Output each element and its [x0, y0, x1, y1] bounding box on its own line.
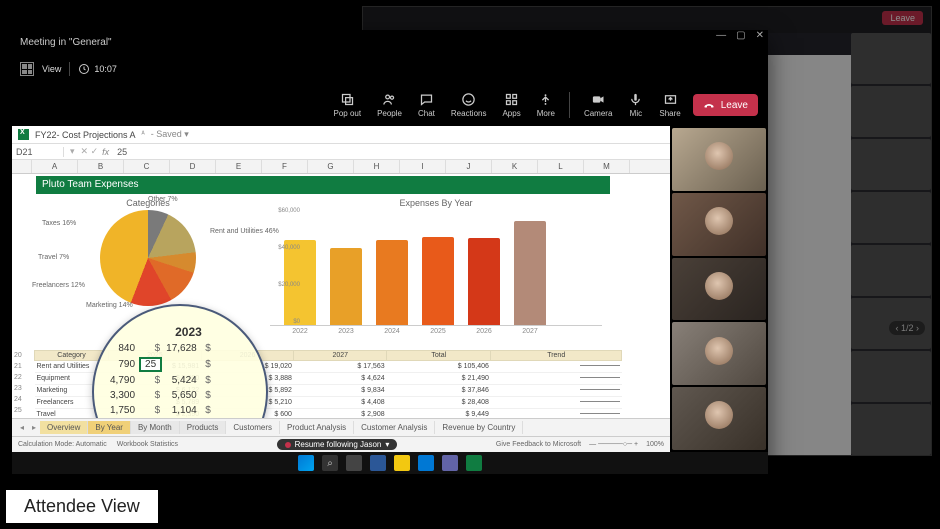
- bar: [468, 238, 500, 325]
- leave-button[interactable]: Leave: [693, 94, 758, 116]
- reactions-button[interactable]: Reactions: [445, 90, 493, 120]
- zoom-level[interactable]: 100%: [646, 441, 664, 448]
- participant-video-column: [670, 126, 768, 452]
- sheet-tabs: ◂ ▸ OverviewBy YearBy MonthProductsCusto…: [12, 418, 670, 436]
- column-header[interactable]: M: [584, 160, 630, 173]
- status-workbook-stats[interactable]: Workbook Statistics: [117, 441, 178, 448]
- participant-video[interactable]: [672, 193, 766, 256]
- taskview-icon[interactable]: [346, 455, 362, 471]
- bar: [514, 221, 546, 325]
- shared-screen-excel: FY22- Cost Projections A ᴬ - Saved ▾ D21…: [12, 126, 670, 452]
- formula-bar[interactable]: 25: [113, 147, 131, 157]
- bar: [330, 248, 362, 325]
- expenses-bar-chart: $60,000$40,000$20,000$0: [270, 208, 602, 326]
- apps-button[interactable]: Apps: [496, 90, 526, 120]
- column-header[interactable]: A: [32, 160, 78, 173]
- sheet-tab[interactable]: Overview: [40, 421, 88, 434]
- participant-video[interactable]: [672, 322, 766, 385]
- column-header[interactable]: G: [308, 160, 354, 173]
- categories-pie-chart: [100, 210, 196, 306]
- magnifier-circle: 2023840$17,628$79025$4,790$5,424$3,300$5…: [92, 304, 268, 418]
- sheet-tab[interactable]: Customer Analysis: [354, 421, 435, 434]
- column-header[interactable]: H: [354, 160, 400, 173]
- bg-pager[interactable]: ‹ 1/2 ›: [889, 321, 925, 335]
- camera-button[interactable]: Camera: [578, 90, 618, 120]
- view-label: View: [42, 64, 61, 74]
- search-icon[interactable]: ⌕: [322, 455, 338, 471]
- annotation-caption: Attendee View: [6, 490, 158, 523]
- sheet-tab[interactable]: By Year: [88, 421, 131, 434]
- meeting-toolbar: Pop out People Chat Reactions Apps More …: [12, 84, 768, 126]
- excel-filename: FY22- Cost Projections A: [35, 130, 136, 140]
- bar: [376, 240, 408, 325]
- column-header[interactable]: L: [538, 160, 584, 173]
- column-header[interactable]: C: [124, 160, 170, 173]
- excel-icon[interactable]: [466, 455, 482, 471]
- bg-leave-button[interactable]: Leave: [882, 11, 923, 25]
- resume-following-pill[interactable]: Resume following Jason ▾: [277, 439, 398, 450]
- column-header[interactable]: I: [400, 160, 446, 173]
- edge-icon[interactable]: [370, 455, 386, 471]
- column-header[interactable]: K: [492, 160, 538, 173]
- sheet-tab[interactable]: By Month: [131, 421, 180, 434]
- participant-video[interactable]: [672, 128, 766, 191]
- outlook-icon[interactable]: [418, 455, 434, 471]
- sheet-tab[interactable]: Revenue by Country: [435, 421, 523, 434]
- explorer-icon[interactable]: [394, 455, 410, 471]
- bar-title: Expenses By Year: [270, 198, 602, 208]
- participant-video[interactable]: [672, 258, 766, 321]
- column-header[interactable]: J: [446, 160, 492, 173]
- excel-logo-icon: [18, 129, 29, 140]
- chat-button[interactable]: Chat: [412, 90, 441, 120]
- excel-namebox[interactable]: D21: [12, 147, 64, 157]
- column-header[interactable]: B: [78, 160, 124, 173]
- meeting-titlebar: Meeting in "General" — ▢ ✕: [12, 30, 768, 54]
- feedback-link[interactable]: Give Feedback to Microsoft: [496, 441, 581, 448]
- meeting-window: Meeting in "General" — ▢ ✕ View 10:07 Po…: [12, 30, 768, 474]
- minimize-button[interactable]: —: [716, 30, 726, 41]
- column-header[interactable]: D: [170, 160, 216, 173]
- sheet-tab[interactable]: Product Analysis: [280, 421, 354, 434]
- more-button[interactable]: More: [531, 90, 561, 120]
- people-button[interactable]: People: [371, 90, 408, 120]
- share-button[interactable]: Share: [653, 90, 686, 120]
- close-button[interactable]: ✕: [756, 30, 764, 41]
- sheet-nav-prev[interactable]: ◂: [16, 423, 28, 432]
- popout-button[interactable]: Pop out: [327, 90, 367, 120]
- windows-taskbar: ⌕: [12, 452, 768, 474]
- meeting-title-text: Meeting in "General": [20, 37, 112, 48]
- sheet-tab[interactable]: Customers: [226, 421, 280, 434]
- participant-video[interactable]: [672, 387, 766, 450]
- bar: [422, 237, 454, 326]
- column-header[interactable]: E: [216, 160, 262, 173]
- mic-button[interactable]: Mic: [622, 90, 649, 120]
- fx-icon: fx: [98, 147, 113, 157]
- sheet-nav-next[interactable]: ▸: [28, 423, 40, 432]
- sheet-tab[interactable]: Products: [180, 421, 227, 434]
- sheet-title-banner: Pluto Team Expenses: [36, 176, 610, 194]
- start-icon[interactable]: [298, 455, 314, 471]
- status-calc-mode: Calculation Mode: Automatic: [18, 441, 107, 448]
- meeting-timer: 10:07: [78, 63, 117, 75]
- teams-icon[interactable]: [442, 455, 458, 471]
- maximize-button[interactable]: ▢: [736, 30, 745, 41]
- column-header[interactable]: F: [262, 160, 308, 173]
- view-grid-icon[interactable]: [20, 62, 34, 76]
